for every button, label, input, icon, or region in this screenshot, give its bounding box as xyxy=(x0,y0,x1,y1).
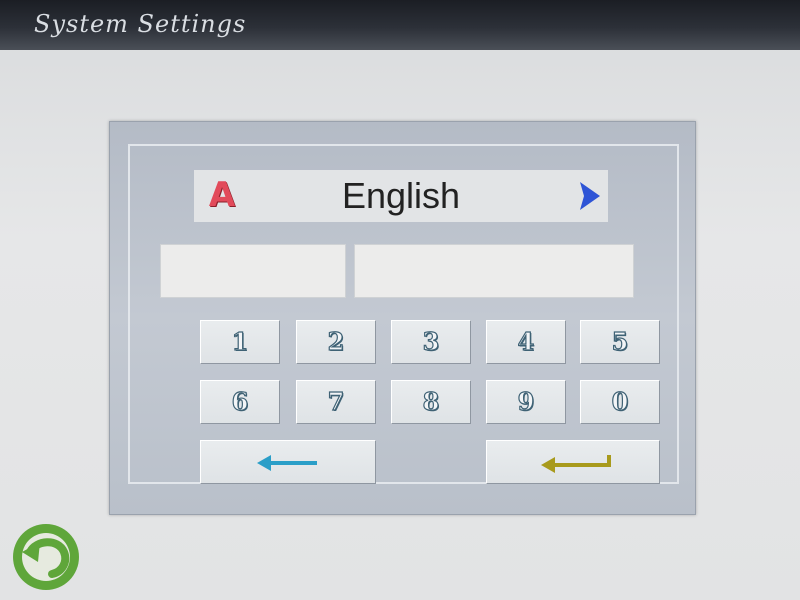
input-field-right[interactable] xyxy=(354,244,634,298)
back-arrow-icon xyxy=(13,524,79,590)
key-3[interactable]: 3 xyxy=(391,320,471,364)
settings-panel: A English 1 2 3 4 5 6 7 8 9 0 xyxy=(109,121,696,515)
key-8[interactable]: 8 xyxy=(391,380,471,424)
input-field-left[interactable] xyxy=(160,244,346,298)
backspace-button[interactable] xyxy=(200,440,376,484)
key-9[interactable]: 9 xyxy=(486,380,566,424)
key-4[interactable]: 4 xyxy=(486,320,566,364)
title-bar: System Settings xyxy=(0,0,800,50)
page-title: System Settings xyxy=(34,10,247,38)
language-selector[interactable]: A English xyxy=(194,170,608,222)
key-0[interactable]: 0 xyxy=(580,380,660,424)
language-label: English xyxy=(341,175,461,216)
key-7[interactable]: 7 xyxy=(296,380,376,424)
key-5[interactable]: 5 xyxy=(580,320,660,364)
arrow-left-icon xyxy=(257,455,317,471)
back-button[interactable] xyxy=(10,522,82,592)
alphabet-a-icon: A xyxy=(208,175,236,215)
key-2[interactable]: 2 xyxy=(296,320,376,364)
key-6[interactable]: 6 xyxy=(200,380,280,424)
key-1[interactable]: 1 xyxy=(200,320,280,364)
chevron-right-icon[interactable] xyxy=(574,178,604,214)
enter-return-icon xyxy=(541,455,611,473)
enter-button[interactable] xyxy=(486,440,660,484)
